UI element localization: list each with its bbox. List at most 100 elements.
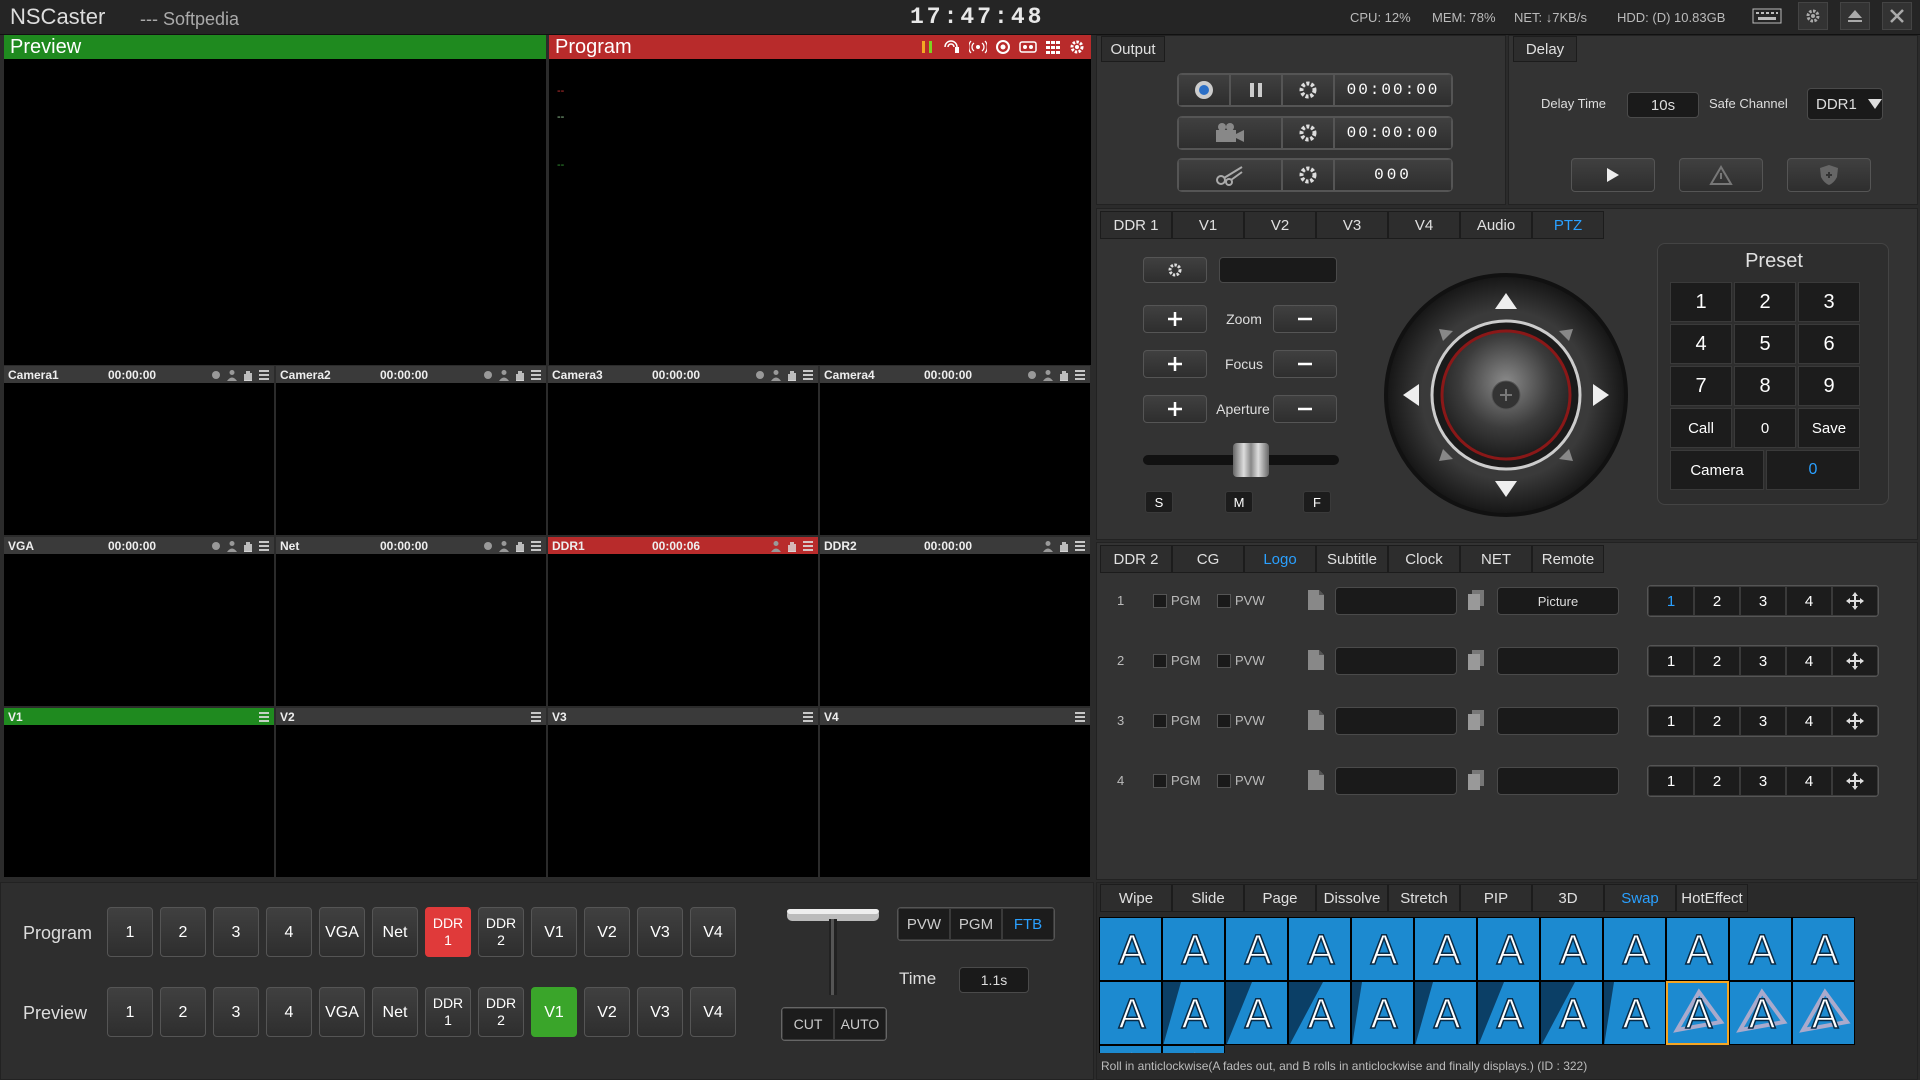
pvw-button[interactable]: PVW [898,908,950,940]
transition-effect-thumb[interactable]: A [1540,917,1603,981]
copy-icon[interactable] [1467,649,1485,671]
logo-position-button-3[interactable]: 3 [1740,766,1786,796]
preset-save-button[interactable]: Save [1798,408,1860,448]
tab-3d[interactable]: 3D [1532,884,1604,912]
t-bar[interactable] [785,905,881,999]
tab-stretch[interactable]: Stretch [1388,884,1460,912]
transition-effect-thumb[interactable]: A [1351,917,1414,981]
logo-file-path-input[interactable] [1335,587,1457,615]
source-tile[interactable]: DDR2 00:00:00 [820,537,1090,706]
pgm-checkbox[interactable] [1153,774,1167,788]
logo-position-button-3[interactable]: 3 [1740,586,1786,616]
logo-position-button-4[interactable]: 4 [1786,766,1832,796]
transition-effect-thumb[interactable]: A [1729,917,1792,981]
tally-icon[interactable] [1019,39,1037,55]
preset-key-2[interactable]: 2 [1734,282,1796,322]
tab-page[interactable]: Page [1244,884,1316,912]
transition-effect-thumb[interactable]: A [1477,917,1540,981]
move-button[interactable] [1832,706,1878,736]
tab-subtitle[interactable]: Subtitle [1316,545,1388,573]
pvw-checkbox[interactable] [1217,714,1231,728]
pvw-checkbox[interactable] [1217,654,1231,668]
clip-button[interactable] [1178,159,1282,191]
pvw-checkbox[interactable] [1217,774,1231,788]
preview-bus-button[interactable]: V1 [531,987,577,1037]
logo-position-button-4[interactable]: 4 [1786,706,1832,736]
delay-warning-button[interactable] [1679,158,1763,192]
stream-settings-button[interactable] [1282,117,1334,149]
preview-bus-button[interactable]: 2 [160,987,206,1037]
file-icon[interactable] [1307,649,1325,671]
transition-effect-thumb[interactable]: A [1603,981,1666,1045]
logo-position-button-1[interactable]: 1 [1648,706,1694,736]
transition-effect-thumb[interactable]: A [1666,917,1729,981]
program-bus-button[interactable]: DDR 2 [478,907,524,957]
transition-time-input[interactable]: 1.1s [959,967,1029,993]
pgm-checkbox[interactable] [1153,594,1167,608]
logo-position-button-4[interactable]: 4 [1786,646,1832,676]
logo-position-button-3[interactable]: 3 [1740,706,1786,736]
transition-effect-thumb[interactable]: A [1099,981,1162,1045]
tab-v4[interactable]: V4 [1388,211,1460,239]
file-icon[interactable] [1307,769,1325,791]
record-button[interactable] [1178,74,1230,106]
logo-position-button-4[interactable]: 4 [1786,586,1832,616]
record-settings-button[interactable] [1282,74,1334,106]
preset-key-0[interactable]: 0 [1734,408,1796,448]
logo-position-button-3[interactable]: 3 [1740,646,1786,676]
pause-button[interactable] [1230,74,1282,106]
safe-channel-select[interactable]: DDR1 [1807,88,1883,120]
pgm-button[interactable]: PGM [950,908,1002,940]
transition-effect-thumb[interactable]: A [1162,981,1225,1045]
tab-hoteffect[interactable]: HotEffect [1676,884,1748,912]
ptz-settings-button[interactable] [1143,257,1207,283]
ftb-button[interactable]: FTB [1002,908,1054,940]
transition-effect-thumb[interactable]: A [1792,917,1855,981]
delay-shield-button[interactable] [1787,158,1871,192]
tab-pip[interactable]: PIP [1460,884,1532,912]
zoom-out-button[interactable] [1273,305,1337,333]
preview-bus-button[interactable]: V2 [584,987,630,1037]
minimize-button[interactable] [1840,2,1870,30]
preset-key-6[interactable]: 6 [1798,324,1860,364]
tab-audio[interactable]: Audio [1460,211,1532,239]
program-bus-button[interactable]: V2 [584,907,630,957]
tab-net[interactable]: NET [1460,545,1532,573]
focus-in-button[interactable] [1143,350,1207,378]
tab-ptz[interactable]: PTZ [1532,211,1604,239]
broadcast-icon[interactable] [969,39,987,55]
preview-bus-button[interactable]: 4 [266,987,312,1037]
transition-effect-thumb[interactable]: A [1288,917,1351,981]
program-bus-button[interactable]: 2 [160,907,206,957]
speed-fast-button[interactable]: F [1303,491,1331,513]
preset-key-9[interactable]: 9 [1798,366,1860,406]
preset-key-1[interactable]: 1 [1670,282,1732,322]
preview-bus-button[interactable]: 1 [107,987,153,1037]
transition-effect-thumb[interactable]: A [1729,981,1792,1045]
program-bus-button[interactable]: 3 [213,907,259,957]
transition-effect-thumb[interactable]: A [1162,1045,1225,1053]
pvw-checkbox[interactable] [1217,594,1231,608]
logo-position-button-1[interactable]: 1 [1648,586,1694,616]
pgm-checkbox[interactable] [1153,714,1167,728]
tab-ddr1[interactable]: DDR 1 [1100,211,1172,239]
logo-file-path-input[interactable] [1335,647,1457,675]
transition-effect-thumb[interactable]: A [1162,917,1225,981]
tab-remote[interactable]: Remote [1532,545,1604,573]
multiview-icon[interactable] [1045,39,1061,55]
preview-bus-button[interactable]: DDR 2 [478,987,524,1037]
transition-effect-thumb[interactable]: A [1414,917,1477,981]
move-button[interactable] [1832,646,1878,676]
gear-icon[interactable] [1069,39,1085,55]
tab-slide[interactable]: Slide [1172,884,1244,912]
stream-button[interactable] [1178,117,1282,149]
logo-file-path-input[interactable] [1335,707,1457,735]
source-tile[interactable]: DDR1 00:00:06 [548,537,818,706]
program-bus-button[interactable]: V4 [690,907,736,957]
logo-position-button-2[interactable]: 2 [1694,646,1740,676]
logo-position-button-2[interactable]: 2 [1694,586,1740,616]
cut-button[interactable]: CUT [782,1008,834,1040]
speed-medium-button[interactable]: M [1225,491,1253,513]
program-bus-button[interactable]: V1 [531,907,577,957]
tab-output[interactable]: Output [1101,36,1165,62]
